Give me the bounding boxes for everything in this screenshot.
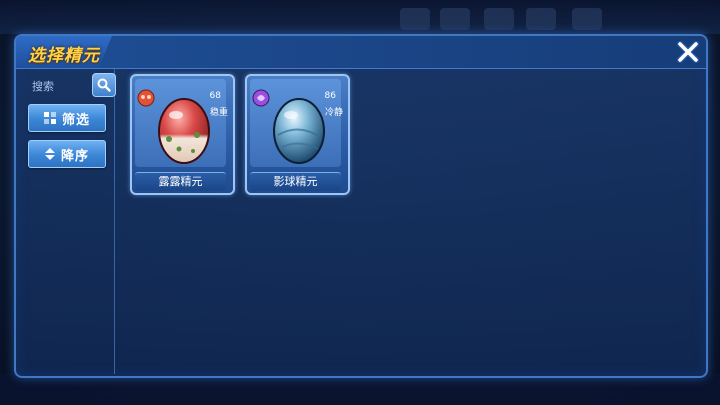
card-level: 86	[324, 91, 336, 101]
egg-image	[264, 85, 334, 169]
dark-element-icon	[252, 89, 270, 107]
card-name: 影球精元	[250, 172, 341, 191]
search-label: 搜索	[32, 80, 54, 93]
search-button[interactable]	[92, 73, 116, 97]
grid-filter-icon	[43, 112, 56, 124]
filter-button[interactable]: 筛选	[28, 104, 106, 132]
background-slot	[572, 8, 602, 30]
card-portrait: 86 冷静	[250, 79, 343, 169]
dialog-title: 选择精元	[28, 46, 100, 66]
card-nature: 稳重	[209, 108, 228, 118]
background-top-bar	[0, 0, 720, 34]
search-icon	[97, 78, 111, 92]
sort-button[interactable]: 降序	[28, 140, 106, 168]
background-slot	[400, 8, 430, 30]
essence-card[interactable]: 86 冷静 影球精元	[245, 74, 350, 195]
fire-element-icon	[137, 89, 155, 107]
background-slot	[484, 8, 514, 30]
background-slot	[440, 8, 470, 30]
close-x-icon	[677, 41, 699, 63]
card-nature: 冷静	[324, 108, 343, 118]
card-name: 露露精元	[135, 172, 226, 191]
card-portrait: 68 稳重	[135, 79, 228, 169]
filter-sidebar: 搜索 筛选 降序	[16, 69, 116, 374]
card-level: 68	[209, 91, 221, 101]
sort-updown-icon	[44, 148, 55, 160]
background-slot	[526, 8, 556, 30]
egg-image	[149, 85, 219, 169]
sort-button-label: 降序	[60, 148, 89, 164]
close-button[interactable]	[674, 38, 702, 66]
select-essence-dialog: 选择精元 搜索 筛选 降序 68 稳重 露露精元 86 冷静 影球精元	[14, 34, 708, 378]
dialog-header: 选择精元	[16, 36, 706, 69]
essence-card[interactable]: 68 稳重 露露精元	[130, 74, 235, 195]
filter-button-label: 筛选	[61, 112, 90, 128]
